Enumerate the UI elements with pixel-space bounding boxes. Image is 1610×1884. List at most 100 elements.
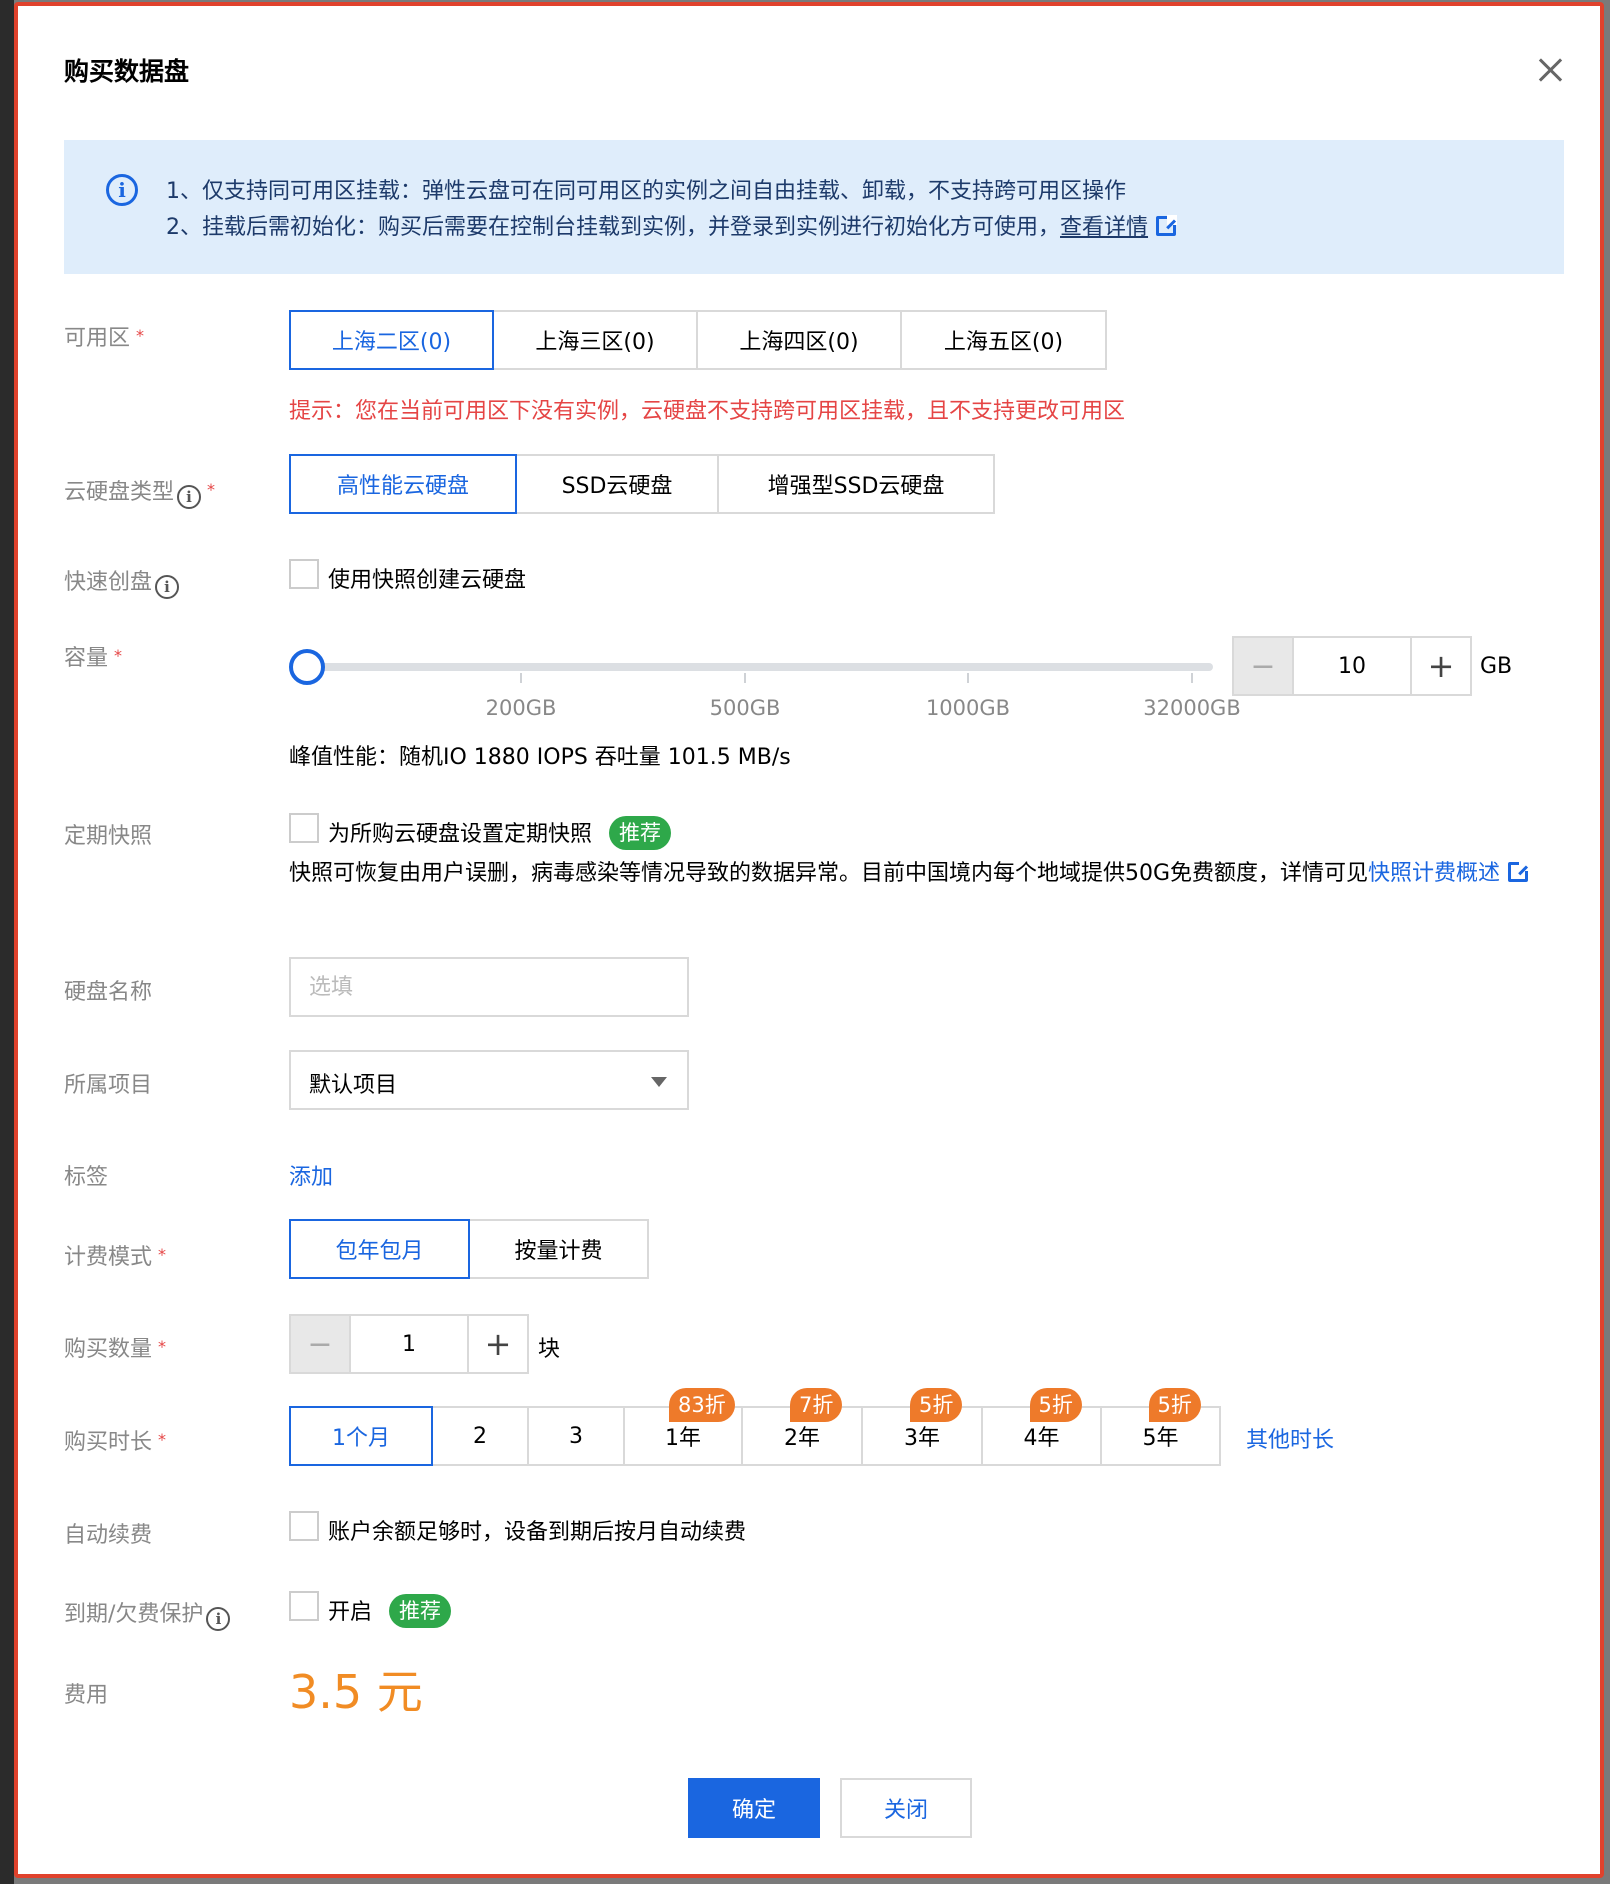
info-icon[interactable]: i bbox=[206, 1607, 231, 1631]
snapshot-label: 定期快照 bbox=[64, 824, 153, 849]
notice-line-1: 1、仅支持同可用区挂载：弹性云盘可在同可用区的实例之间自由挂载、卸载，不支持跨可… bbox=[166, 179, 1127, 204]
disk-type-selector: 高性能云硬盘 SSD云硬盘 增强型SSD云硬盘 bbox=[289, 454, 995, 514]
increment-button[interactable]: + bbox=[469, 1316, 527, 1372]
quick-create-label-text: 快速创盘 bbox=[64, 570, 153, 595]
snapshot-billing-link[interactable]: 快照计费概述 bbox=[1368, 861, 1500, 886]
discount-badge: 5折 bbox=[910, 1388, 963, 1422]
duration-label-text: 购买时长 bbox=[64, 1430, 153, 1455]
recommend-badge: 推荐 bbox=[389, 1594, 452, 1628]
duration-option[interactable]: 3年 5折 bbox=[861, 1388, 983, 1466]
close-button[interactable]: 关闭 bbox=[840, 1778, 972, 1838]
duration-option[interactable]: 3 bbox=[527, 1406, 625, 1466]
disk-type-option[interactable]: 高性能云硬盘 bbox=[289, 454, 517, 514]
increment-button[interactable]: + bbox=[1412, 638, 1470, 694]
duration-option[interactable]: 4年 5折 bbox=[981, 1388, 1102, 1466]
billing-label: 计费模式 * bbox=[64, 1239, 166, 1271]
duration-option-label: 2年 bbox=[784, 1426, 820, 1451]
quantity-unit: 块 bbox=[538, 1337, 561, 1362]
duration-option-label: 4年 bbox=[1023, 1426, 1060, 1451]
project-select[interactable]: 默认项目 bbox=[289, 1050, 689, 1110]
info-icon[interactable]: i bbox=[155, 575, 180, 599]
external-link-icon[interactable] bbox=[1156, 215, 1178, 236]
duration-option-label: 1个月 bbox=[332, 1426, 390, 1451]
capacity-value[interactable]: 10 bbox=[1294, 638, 1412, 694]
duration-option[interactable]: 5年 5折 bbox=[1100, 1388, 1221, 1466]
duration-option-label: 3年 bbox=[904, 1426, 940, 1451]
snapshot-create-label: 使用快照创建云硬盘 bbox=[328, 568, 527, 593]
duration-option-label: 1年 bbox=[665, 1426, 701, 1451]
discount-badge: 5折 bbox=[1148, 1388, 1201, 1422]
duration-option-label: 2 bbox=[473, 1423, 487, 1449]
slider-tick bbox=[744, 673, 746, 683]
dialog-title: 购买数据盘 bbox=[64, 57, 190, 86]
quantity-label: 购买数量 * bbox=[64, 1331, 166, 1363]
capacity-label-text: 容量 bbox=[64, 646, 109, 671]
slider-tick bbox=[967, 673, 969, 683]
snapshot-create-checkbox[interactable] bbox=[289, 559, 319, 589]
snapshot-desc-text: 快照可恢复由用户误删，病毒感染等情况导致的数据异常。目前中国境内每个地域提供50… bbox=[289, 861, 1369, 886]
slider-mark: 32000GB bbox=[1143, 696, 1241, 720]
recommend-badge: 推荐 bbox=[609, 816, 672, 850]
periodic-snapshot-row: 为所购云硬盘设置定期快照 推荐 bbox=[328, 816, 672, 850]
peak-performance: 峰值性能：随机IO 1880 IOPS 吞吐量 101.5 MB/s bbox=[289, 745, 791, 770]
protection-row: 开启 推荐 bbox=[328, 1594, 452, 1628]
zone-option[interactable]: 上海三区(0) bbox=[492, 310, 698, 370]
notice-line-2: 2、挂载后需初始化：购买后需要在控制台挂载到实例，并登录到实例进行初始化方可使用… bbox=[166, 209, 1178, 241]
required-mark: * bbox=[136, 326, 145, 345]
notice-line-2-text: 2、挂载后需初始化：购买后需要在控制台挂载到实例，并登录到实例进行初始化方可使用… bbox=[166, 215, 1061, 240]
billing-option[interactable]: 包年包月 bbox=[289, 1219, 470, 1279]
zone-label: 可用区 * bbox=[64, 320, 144, 352]
duration-option[interactable]: 2年 7折 bbox=[741, 1388, 863, 1466]
required-mark: * bbox=[114, 646, 123, 665]
disk-name-input[interactable] bbox=[289, 957, 689, 1017]
tags-label: 标签 bbox=[64, 1165, 109, 1190]
duration-label: 购买时长 * bbox=[64, 1424, 166, 1456]
confirm-button[interactable]: 确定 bbox=[688, 1778, 820, 1838]
protection-checkbox[interactable] bbox=[289, 1591, 319, 1621]
disk-type-label: 云硬盘类型 i * bbox=[64, 474, 215, 509]
protection-text: 开启 bbox=[328, 1600, 373, 1625]
close-icon[interactable] bbox=[1533, 52, 1569, 88]
zone-label-text: 可用区 bbox=[64, 326, 131, 351]
disk-type-option[interactable]: 增强型SSD云硬盘 bbox=[717, 454, 995, 514]
periodic-snapshot-checkbox[interactable] bbox=[289, 813, 319, 843]
zone-option[interactable]: 上海五区(0) bbox=[900, 310, 1107, 370]
duration-option[interactable]: 1个月 bbox=[289, 1406, 433, 1466]
duration-option[interactable]: 2 bbox=[431, 1406, 529, 1466]
billing-option[interactable]: 按量计费 bbox=[468, 1219, 649, 1279]
quantity-value[interactable]: 1 bbox=[351, 1316, 469, 1372]
auto-renew-checkbox[interactable] bbox=[289, 1511, 319, 1541]
disk-type-label-text: 云硬盘类型 bbox=[64, 480, 175, 505]
required-mark: * bbox=[158, 1245, 167, 1264]
required-mark: * bbox=[158, 1337, 167, 1356]
protection-label-text: 到期/欠费保护 bbox=[64, 1602, 204, 1627]
zone-option[interactable]: 上海四区(0) bbox=[696, 310, 902, 370]
decrement-button[interactable]: − bbox=[291, 1316, 351, 1372]
other-duration-link[interactable]: 其他时长 bbox=[1246, 1422, 1334, 1454]
disk-type-option[interactable]: SSD云硬盘 bbox=[515, 454, 719, 514]
decrement-button[interactable]: − bbox=[1234, 638, 1294, 694]
fee-label: 费用 bbox=[64, 1683, 109, 1708]
duration-option-label: 3 bbox=[569, 1423, 583, 1449]
duration-option[interactable]: 1年 83折 bbox=[623, 1388, 743, 1466]
info-icon: i bbox=[106, 174, 138, 206]
add-tag-link[interactable]: 添加 bbox=[289, 1159, 333, 1191]
zone-option[interactable]: 上海二区(0) bbox=[289, 310, 494, 370]
quantity-stepper: − 1 + bbox=[289, 1314, 529, 1374]
duration-option-label: 5年 bbox=[1142, 1426, 1179, 1451]
capacity-slider-track[interactable] bbox=[293, 663, 1213, 671]
external-link-icon[interactable] bbox=[1508, 861, 1530, 882]
zone-tip: 提示：您在当前可用区下没有实例，云硬盘不支持跨可用区挂载，且不支持更改可用区 bbox=[289, 399, 1126, 424]
backdrop bbox=[0, 0, 14, 1884]
info-notice: i 1、仅支持同可用区挂载：弹性云盘可在同可用区的实例之间自由挂载、卸载，不支持… bbox=[64, 140, 1564, 274]
snapshot-description: 快照可恢复由用户误删，病毒感染等情况导致的数据异常。目前中国境内每个地域提供50… bbox=[289, 856, 1549, 892]
info-icon[interactable]: i bbox=[177, 485, 202, 509]
required-mark: * bbox=[207, 480, 216, 499]
slider-mark: 1000GB bbox=[925, 696, 1011, 720]
project-value: 默认项目 bbox=[309, 1073, 398, 1098]
discount-badge: 7折 bbox=[790, 1388, 843, 1422]
view-details-link[interactable]: 查看详情 bbox=[1060, 215, 1148, 240]
capacity-slider-handle[interactable] bbox=[289, 649, 325, 685]
duration-selector: 1个月 2 3 1年 83折 2年 7折 3年 5折 4年 5折 5年 5折 bbox=[289, 1388, 1221, 1466]
purchase-disk-dialog: 购买数据盘 i 1、仅支持同可用区挂载：弹性云盘可在同可用区的实例之间自由挂载、… bbox=[14, 2, 1604, 1878]
